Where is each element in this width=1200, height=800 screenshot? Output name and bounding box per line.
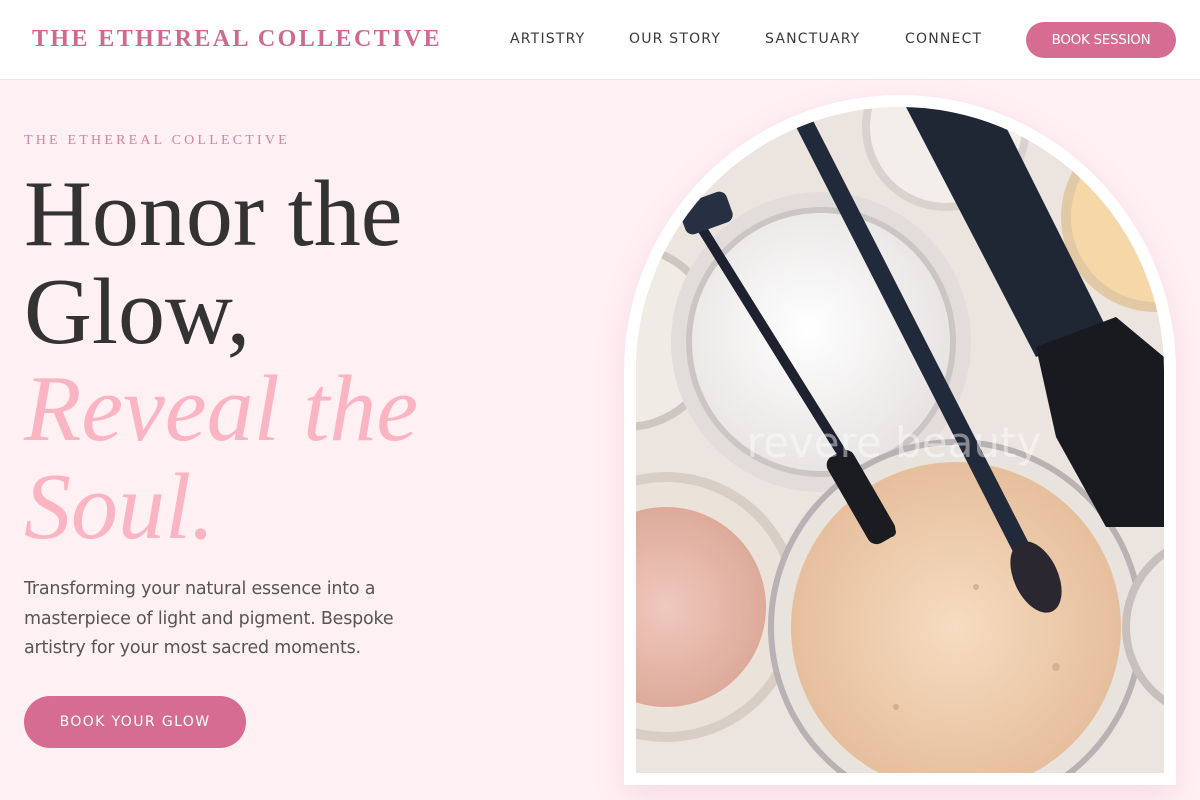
makeup-illustration: revere beauty (636, 107, 1164, 773)
book-session-button[interactable]: BOOK SESSION (1026, 22, 1176, 58)
hero-image-frame: revere beauty (624, 95, 1176, 785)
nav-sanctuary[interactable]: SANCTUARY (765, 31, 861, 47)
hero-description: Transforming your natural essence into a… (24, 579, 394, 658)
top-navigation-bar: THE ETHEREAL COLLECTIVE ARTISTRY OUR STO… (0, 0, 1200, 80)
nav-connect[interactable]: CONNECT (905, 31, 982, 47)
hero-headline-line-3: Reveal the (24, 357, 419, 461)
book-your-glow-button[interactable]: BOOK YOUR GLOW (24, 696, 246, 748)
hero-headline-line-2: Glow, (24, 260, 251, 364)
hero-eyebrow: THE ETHEREAL COLLECTIVE (24, 133, 290, 148)
brand-logo[interactable]: THE ETHEREAL COLLECTIVE (32, 26, 442, 53)
nav-our-story[interactable]: OUR STORY (629, 31, 721, 47)
hero-headline-line-1: Honor the (24, 162, 403, 266)
image-watermark: revere beauty (747, 418, 1042, 467)
hero-headline-line-4: Soul. (24, 455, 215, 559)
nav-artistry[interactable]: ARTISTRY (510, 31, 585, 47)
makeup-products-photo: revere beauty (636, 107, 1164, 773)
